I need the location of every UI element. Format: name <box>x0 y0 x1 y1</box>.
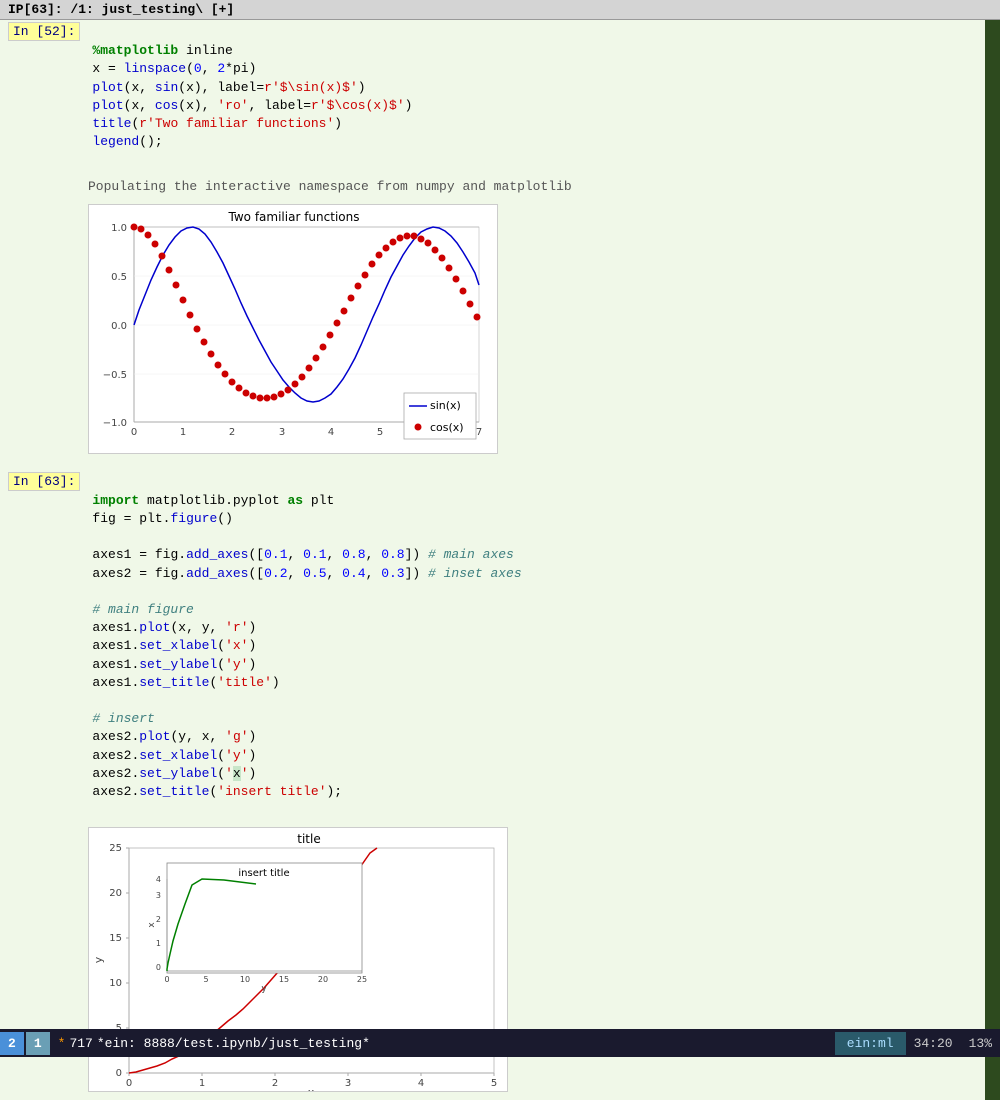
svg-text:1.0: 1.0 <box>111 223 127 234</box>
svg-text:1: 1 <box>156 939 161 948</box>
svg-text:0: 0 <box>131 427 137 438</box>
chart2-inset-x-label: y <box>261 984 267 994</box>
svg-text:4: 4 <box>156 875 161 884</box>
svg-text:20: 20 <box>109 888 122 899</box>
svg-text:1: 1 <box>199 1078 205 1089</box>
prompt-label-63: In [63]: <box>8 472 80 491</box>
svg-text:10: 10 <box>240 975 250 984</box>
status-mode-num: 1 <box>26 1032 50 1055</box>
svg-text:2: 2 <box>229 427 235 438</box>
chart2-inset-title: insert title <box>238 868 289 879</box>
svg-text:−0.5: −0.5 <box>103 370 127 381</box>
svg-text:20: 20 <box>318 975 328 984</box>
svg-text:0.0: 0.0 <box>111 321 127 332</box>
chart2-y-label: y <box>92 957 105 964</box>
chart2-container: title 0 5 10 15 20 25 <box>0 823 985 1100</box>
status-percent: 13% <box>961 1032 1000 1055</box>
notebook: In [52]: %matplotlib inline x = linspace… <box>0 20 985 1100</box>
svg-text:0.5: 0.5 <box>111 272 127 283</box>
status-position: 34:20 <box>906 1032 961 1055</box>
svg-text:5: 5 <box>377 427 383 438</box>
svg-text:4: 4 <box>328 427 334 438</box>
svg-text:3: 3 <box>345 1078 351 1089</box>
svg-text:0: 0 <box>126 1078 132 1089</box>
svg-text:3: 3 <box>156 891 161 900</box>
cell-input-63: In [63]: import matplotlib.pyplot as plt… <box>0 470 985 824</box>
chart2-inset-y-label: x <box>147 922 157 928</box>
output-text-52: Populating the interactive namespace fro… <box>88 179 572 194</box>
svg-text:0: 0 <box>116 1068 122 1079</box>
code-52[interactable]: %matplotlib inline x = linspace(0, 2*pi)… <box>88 20 985 174</box>
cell-52: In [52]: %matplotlib inline x = linspace… <box>0 20 985 462</box>
status-bar: 2 1 * 717 *ein: 8888/test.ipynb/just_tes… <box>0 1029 1000 1057</box>
cell-input-52: In [52]: %matplotlib inline x = linspace… <box>0 20 985 174</box>
cell-63: In [63]: import matplotlib.pyplot as plt… <box>0 470 985 1100</box>
chart1-sin-legend: sin(x) <box>430 399 461 412</box>
prompt-label-52: In [52]: <box>8 22 80 41</box>
prompt-52: In [52]: <box>0 20 88 43</box>
title-bar: IP[63]: /1: just_testing\ [+] <box>0 0 1000 20</box>
svg-text:3: 3 <box>279 427 285 438</box>
svg-text:2: 2 <box>272 1078 278 1089</box>
svg-text:0: 0 <box>156 963 161 972</box>
chart2-x-label: x <box>308 1086 315 1092</box>
prompt-63: In [63]: <box>0 470 88 493</box>
svg-text:7: 7 <box>476 427 482 438</box>
svg-text:10: 10 <box>109 978 122 989</box>
svg-text:1: 1 <box>180 427 186 438</box>
chart2-main-title: title <box>297 832 320 846</box>
svg-text:−1.0: −1.0 <box>103 418 127 429</box>
svg-text:5: 5 <box>203 975 208 984</box>
svg-text:15: 15 <box>279 975 289 984</box>
title-text: IP[63]: /1: just_testing\ [+] <box>8 2 234 17</box>
code-63[interactable]: import matplotlib.pyplot as plt fig = pl… <box>88 470 985 824</box>
chart1-title: Two familiar functions <box>228 210 360 224</box>
svg-text:5: 5 <box>491 1078 497 1089</box>
svg-text:25: 25 <box>357 975 367 984</box>
chart1-svg: Two familiar functions 1.0 0.5 0.0 −0.5 … <box>88 204 498 454</box>
status-cell-num: 2 <box>0 1032 24 1055</box>
svg-text:25: 25 <box>109 843 122 854</box>
svg-text:0: 0 <box>164 975 169 984</box>
status-notebook: *ein: 8888/test.ipynb/just_testing* <box>97 1036 835 1051</box>
status-kernel: ein:ml <box>835 1032 906 1055</box>
status-asterisk: * <box>58 1036 66 1051</box>
status-history: 717 <box>69 1036 92 1051</box>
chart1-cos-legend: cos(x) <box>430 421 464 434</box>
output-52: Populating the interactive namespace fro… <box>0 174 985 200</box>
svg-text:15: 15 <box>109 933 122 944</box>
svg-text:4: 4 <box>418 1078 424 1089</box>
chart1-container: Two familiar functions 1.0 0.5 0.0 −0.5 … <box>0 200 985 462</box>
